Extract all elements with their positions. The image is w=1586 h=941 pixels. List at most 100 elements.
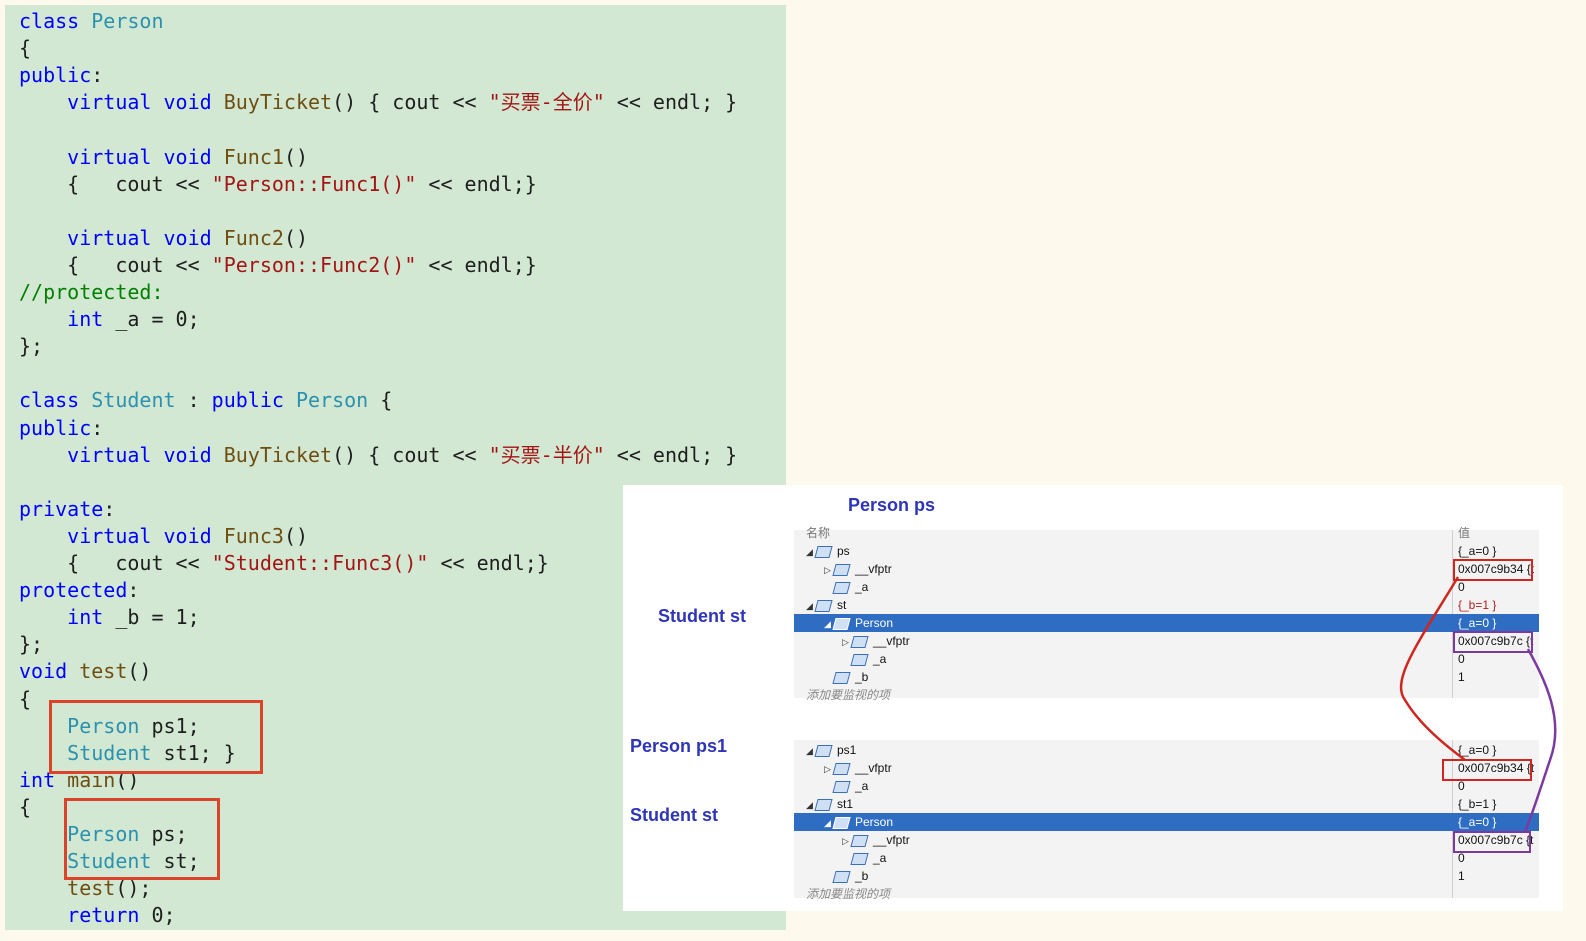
watch-row[interactable]: ◢ ps1 {_a=0 } <box>794 741 1539 759</box>
object-icon <box>832 870 851 883</box>
expand-toggle-icon[interactable]: ◢ <box>806 742 816 760</box>
code-token: public <box>19 415 92 440</box>
code-token: 0; <box>151 903 176 928</box>
watch-row[interactable]: _a 0 <box>794 578 1539 596</box>
object-icon <box>832 762 851 775</box>
expand-toggle-icon[interactable]: ▷ <box>842 832 852 850</box>
object-icon <box>832 816 851 829</box>
code-token: return <box>67 903 152 928</box>
object-icon <box>832 780 851 793</box>
code-token: : <box>103 496 116 521</box>
code-token: { cout << <box>19 252 212 277</box>
watch-row[interactable]: _a 0 <box>794 777 1539 795</box>
watch-row[interactable]: _b 1 <box>794 867 1539 885</box>
watch-row[interactable]: ◢ Person {_a=0 } <box>794 614 1539 632</box>
code-line: virtual void Func2() <box>19 225 308 252</box>
code-token: { <box>368 388 393 413</box>
expand-toggle-icon[interactable]: ◢ <box>824 814 834 832</box>
watch-window-1[interactable]: 名称值 ◢ ps {_a=0 } ▷ __vfptr 0x007c9b34 {t _a 0 ◢ st… <box>794 526 1539 702</box>
expand-toggle-icon[interactable]: ◢ <box>824 615 834 633</box>
code-token: private <box>19 496 104 521</box>
label-person-ps1: Person ps1 <box>630 736 728 756</box>
watch-item-name: _b <box>855 670 869 684</box>
code-token: }; <box>19 334 44 359</box>
code-token: Person <box>91 9 164 33</box>
code-token: int <box>67 605 116 630</box>
code-token: class <box>19 9 92 33</box>
expand-toggle-icon[interactable]: ▷ <box>842 633 852 651</box>
watch-row[interactable]: _a 0 <box>794 849 1539 867</box>
watch-item-value: {_a=0 } <box>1458 743 1497 757</box>
code-line: class Student : public Person { <box>19 387 392 414</box>
watch-row[interactable]: ◢ ps {_a=0 } <box>794 542 1539 560</box>
code-token: { <box>19 794 32 819</box>
code-token: virtual void <box>67 442 224 467</box>
watch-item-name: ps <box>837 544 850 558</box>
object-icon <box>850 834 869 847</box>
watch-item-value: {_b=1 } <box>1458 598 1497 612</box>
watch-item-value: {_a=0 } <box>1458 815 1497 829</box>
code-token: { cout << <box>19 551 212 575</box>
expand-toggle-icon[interactable]: ◢ <box>806 796 816 814</box>
code-token: int <box>67 307 116 332</box>
watch-row[interactable]: ▷ __vfptr 0x007c9b34 {t <box>794 759 1539 777</box>
code-line: }; <box>19 333 43 360</box>
watch-item-name: ps1 <box>837 743 857 757</box>
watch-row[interactable]: ◢ st1 {_b=1 } <box>794 795 1539 813</box>
watch-item-name: __vfptr <box>873 634 910 648</box>
highlight-main-locals <box>64 798 220 880</box>
code-line: public: <box>19 415 103 442</box>
watch-row[interactable]: ▷ __vfptr 0x007c9b7c {t <box>794 831 1539 849</box>
code-token: << endl;} <box>416 171 537 196</box>
add-watch-item[interactable]: 添加要监视的项 <box>794 686 1539 704</box>
code-line: void test() <box>19 658 151 685</box>
watch-item-value: 1 <box>1458 670 1465 684</box>
expand-toggle-icon[interactable]: ▷ <box>824 760 834 778</box>
expand-toggle-icon[interactable]: ▷ <box>824 561 834 579</box>
code-token: public <box>211 388 296 413</box>
add-watch-item[interactable]: 添加要监视的项 <box>794 885 1539 903</box>
code-token: () <box>283 225 309 250</box>
header-name: 名称 <box>806 526 831 540</box>
header-value: 值 <box>1458 526 1471 540</box>
watch-item-name: st <box>837 598 847 612</box>
code-token: << endl; } <box>604 90 738 115</box>
highlight-vfptr-st <box>1453 631 1533 653</box>
watch-item-name: _a <box>873 652 887 666</box>
code-line: private: <box>19 496 115 523</box>
code-line: public: <box>19 62 103 89</box>
watch-row[interactable]: ▷ __vfptr 0x007c9b34 {t <box>794 560 1539 578</box>
code-line: return 0; <box>19 902 176 929</box>
code-token: << endl;} <box>428 551 549 575</box>
code-token: "Person::Func2()" <box>211 252 417 277</box>
code-token: () <box>127 659 152 684</box>
code-token: BuyTicket <box>223 90 333 115</box>
watch-row[interactable]: _b 1 <box>794 668 1539 686</box>
watch-row[interactable]: ◢ st {_b=1 } <box>794 596 1539 614</box>
watch-item-value: {_b=1 } <box>1458 797 1497 811</box>
expand-toggle-icon[interactable]: ◢ <box>806 597 816 615</box>
code-token: << endl; } <box>604 442 738 467</box>
watch-header: 名称 值 <box>794 524 1539 542</box>
code-token: virtual void <box>67 144 224 169</box>
code-token: () { cout << <box>332 90 489 115</box>
watch-row[interactable]: _a 0 <box>794 650 1539 668</box>
code-line: virtual void BuyTicket() { cout << "买票-半… <box>19 442 737 469</box>
watch-row[interactable]: ▷ __vfptr 0x007c9b7c {t <box>794 632 1539 650</box>
code-token: Func2 <box>223 225 284 250</box>
highlight-test-locals <box>49 700 263 774</box>
code-line: }; <box>19 631 43 658</box>
watch-row[interactable]: ◢ Person {_a=0 } <box>794 813 1539 831</box>
code-token: () <box>283 523 309 548</box>
label-person-ps: Person ps <box>848 495 936 515</box>
watch-window-2[interactable]: ◢ ps1 {_a=0 } ▷ __vfptr 0x007c9b34 {t _a 0 ◢ st1{… <box>794 740 1539 901</box>
watch-item-name: _a <box>855 779 869 793</box>
expand-toggle-icon[interactable]: ◢ <box>806 543 816 561</box>
code-token: << endl;} <box>416 252 537 277</box>
